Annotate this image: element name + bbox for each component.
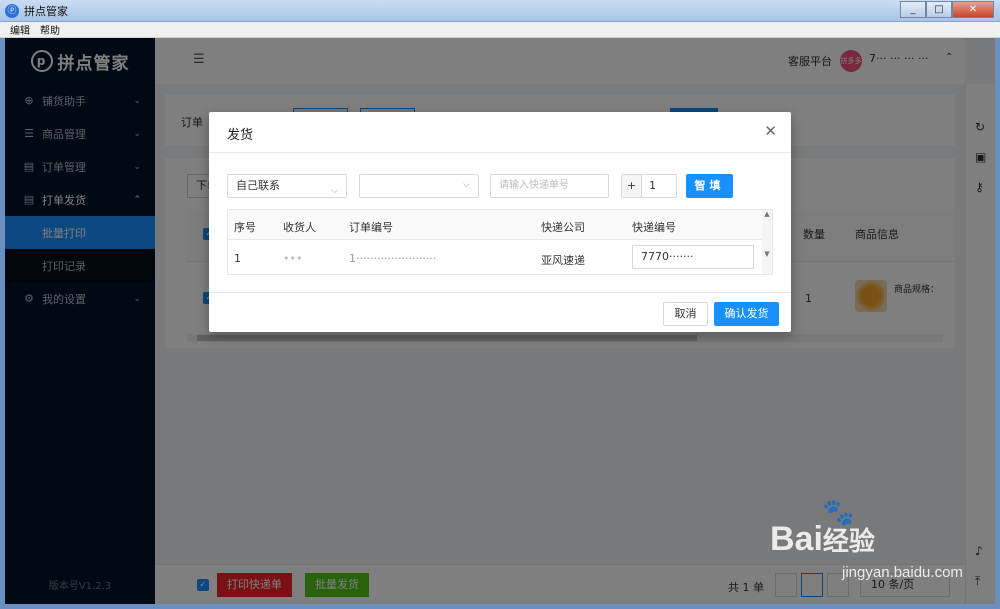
row-order-number: 1······················· [349,252,437,265]
col-order-number: 订单编号 [349,221,393,234]
table-row: 1 ••• 1······················· 亚风速递 7770… [228,241,764,275]
contact-method-value: 自己联系 [236,179,280,192]
col-tracking-number: 快递编号 [632,221,676,234]
maximize-button[interactable]: □ [926,1,952,18]
row-index: 1 [234,252,241,265]
tracking-number-input[interactable]: 请输入快递单号 [490,174,609,198]
row-courier: 亚风速递 [541,254,585,267]
modal-header: 发货 ✕ [209,112,791,153]
ship-modal: 发货 ✕ 自己联系 ⌵ ⌵ 请输入快递单号 + 1 智填 序号 收货人 订单编号… [209,112,791,332]
smart-fill-button[interactable]: 智填 [686,174,733,198]
baidu-watermark: 🐾 Bai经验 jingyan.baidu.com [770,498,970,588]
modal-title: 发货 [227,128,254,143]
stepper-value[interactable]: 1 [642,175,656,197]
window-titlebar: ⓟ 拼点管家 _ □ ✕ [0,0,1000,22]
menubar: 编辑 帮助 [0,22,1000,38]
watermark-url: jingyan.baidu.com [842,564,963,581]
app-icon: ⓟ [5,3,19,18]
menu-help[interactable]: 帮助 [40,22,60,37]
window-controls: _ □ ✕ [900,1,994,18]
chevron-down-icon: ⌵ [331,186,338,196]
col-index: 序号 [234,221,256,234]
confirm-ship-button[interactable]: 确认发货 [714,302,779,326]
courier-select[interactable]: ⌵ [359,174,479,198]
close-window-button[interactable]: ✕ [952,1,994,18]
row-tracking-input[interactable]: 7770······· [632,245,754,269]
menu-edit[interactable]: 编辑 [10,22,30,37]
modal-footer: 取消 确认发货 [209,292,791,332]
contact-method-select[interactable]: 自己联系 ⌵ [227,174,347,198]
vertical-scrollbar[interactable]: ▲ ▼ [762,210,772,274]
window-title: 拼点管家 [24,4,68,18]
col-receiver: 收货人 [283,221,316,234]
col-courier: 快递公司 [541,221,585,234]
row-receiver: ••• [283,252,303,265]
minimize-button[interactable]: _ [900,1,926,18]
plus-button[interactable]: + [622,175,642,197]
close-icon[interactable]: ✕ [764,122,777,140]
chevron-down-icon: ⌵ [463,180,470,190]
cancel-button[interactable]: 取消 [663,302,708,326]
quantity-stepper[interactable]: + 1 [621,174,677,198]
shipment-table-header: 序号 收货人 订单编号 快递公司 快递编号 [228,210,764,240]
watermark-brand: Bai经验 [770,520,875,558]
shipment-table: 序号 收货人 订单编号 快递公司 快递编号 1 ••• 1···········… [227,209,773,275]
